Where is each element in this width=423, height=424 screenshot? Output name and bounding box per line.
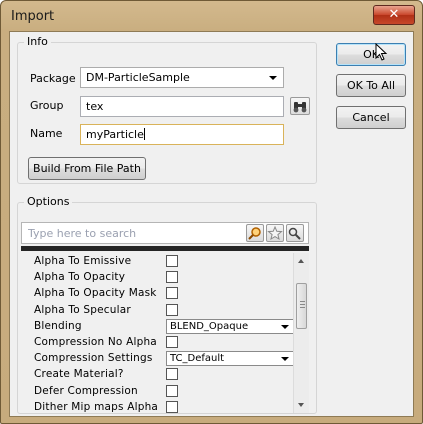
close-icon: ✕ bbox=[388, 7, 400, 22]
window-title: Import bbox=[11, 9, 55, 24]
property-checkbox[interactable] bbox=[166, 385, 178, 397]
close-button[interactable]: ✕ bbox=[373, 5, 415, 25]
group-label: Group bbox=[30, 99, 64, 112]
property-name: Alpha To Emissive bbox=[34, 255, 132, 267]
magnifier-icon bbox=[248, 227, 261, 240]
property-checkbox[interactable] bbox=[166, 368, 178, 380]
dialog-client-area: Info Package DM-ParticleSample Group tex bbox=[9, 31, 414, 417]
star-icon bbox=[267, 225, 283, 241]
property-checkbox[interactable] bbox=[166, 255, 178, 267]
property-header-bar bbox=[21, 246, 309, 251]
name-field[interactable]: myParticle bbox=[80, 124, 284, 145]
property-list-scrollbar[interactable] bbox=[293, 253, 309, 413]
property-name: Compression No Alpha bbox=[34, 336, 157, 348]
property-row[interactable]: Compression No Alpha bbox=[21, 335, 293, 351]
property-name: Alpha To Specular bbox=[34, 304, 131, 316]
property-dropdown-value: TC_Default bbox=[170, 353, 225, 364]
options-group: Options Type here to search Alpha To Emi… bbox=[17, 195, 317, 414]
name-value: myParticle bbox=[86, 128, 144, 141]
cancel-button[interactable]: Cancel bbox=[336, 106, 406, 129]
property-checkbox[interactable] bbox=[166, 304, 178, 316]
property-row[interactable]: Create Material? bbox=[21, 367, 293, 383]
ok-to-all-button[interactable]: OK To All bbox=[336, 74, 406, 97]
property-name: Blending bbox=[34, 320, 82, 332]
text-caret bbox=[143, 128, 145, 140]
property-dropdown-value: BLEND_Opaque bbox=[170, 321, 249, 332]
group-value: tex bbox=[86, 100, 104, 113]
scroll-down-arrow-icon[interactable] bbox=[298, 403, 304, 407]
property-row[interactable]: Alpha To Emissive bbox=[21, 254, 293, 270]
chevron-down-icon bbox=[281, 325, 289, 329]
info-group: Info Package DM-ParticleSample Group tex bbox=[17, 35, 317, 184]
property-name: Create Material? bbox=[34, 368, 124, 380]
property-row[interactable]: Dither Mip maps Alpha bbox=[21, 400, 293, 413]
import-dialog: Import ✕ Info Package DM-ParticleSample … bbox=[0, 0, 423, 424]
build-from-file-path-button[interactable]: Build From File Path bbox=[28, 157, 146, 180]
name-label: Name bbox=[30, 127, 63, 140]
options-legend: Options bbox=[24, 195, 73, 208]
property-name: Dither Mip maps Alpha bbox=[34, 401, 159, 413]
ok-button[interactable]: OK bbox=[336, 43, 406, 66]
chevron-down-icon bbox=[281, 357, 289, 361]
mouse-pointer-icon bbox=[375, 43, 388, 61]
package-value: DM-ParticleSample bbox=[86, 71, 190, 84]
favorites-button[interactable] bbox=[266, 224, 284, 242]
property-dropdown[interactable]: BLEND_Opaque bbox=[166, 319, 293, 334]
chevron-down-icon bbox=[269, 76, 277, 80]
property-dropdown[interactable]: TC_Default bbox=[166, 351, 293, 366]
package-label: Package bbox=[30, 72, 76, 85]
property-row[interactable]: Alpha To Opacity bbox=[21, 270, 293, 286]
property-row[interactable]: Compression Settings TC_Default bbox=[21, 351, 293, 367]
options-search-input[interactable] bbox=[26, 224, 236, 242]
binoculars-icon bbox=[288, 227, 301, 240]
binoculars-icon bbox=[293, 102, 307, 113]
property-row[interactable]: Defer Compression bbox=[21, 384, 293, 400]
property-list: Alpha To Emissive Alpha To Opacity Alpha T… bbox=[21, 253, 293, 413]
property-checkbox[interactable] bbox=[166, 271, 178, 283]
property-row[interactable]: Alpha To Specular bbox=[21, 303, 293, 319]
grip-line bbox=[300, 301, 305, 302]
options-search bbox=[21, 222, 309, 244]
property-name: Alpha To Opacity bbox=[34, 271, 126, 283]
property-checkbox[interactable] bbox=[166, 401, 178, 413]
search-button[interactable] bbox=[246, 224, 264, 242]
scroll-up-arrow-icon[interactable] bbox=[298, 259, 304, 263]
info-legend: Info bbox=[24, 35, 51, 48]
property-name: Compression Settings bbox=[34, 352, 153, 364]
grip-line bbox=[300, 307, 305, 308]
package-dropdown[interactable]: DM-ParticleSample bbox=[80, 67, 284, 88]
property-row[interactable]: Blending BLEND_Opaque bbox=[21, 319, 293, 335]
scrollbar-thumb[interactable] bbox=[296, 283, 307, 329]
property-row[interactable]: Alpha To Opacity Mask bbox=[21, 286, 293, 302]
title-bar[interactable]: Import ✕ bbox=[1, 1, 422, 31]
property-name: Alpha To Opacity Mask bbox=[34, 287, 157, 299]
property-name: Defer Compression bbox=[34, 385, 138, 397]
group-field[interactable]: tex bbox=[80, 96, 284, 117]
property-checkbox[interactable] bbox=[166, 287, 178, 299]
grip-line bbox=[300, 304, 305, 305]
find-group-button[interactable] bbox=[290, 97, 310, 115]
property-checkbox[interactable] bbox=[166, 336, 178, 348]
filter-button[interactable] bbox=[286, 224, 304, 242]
